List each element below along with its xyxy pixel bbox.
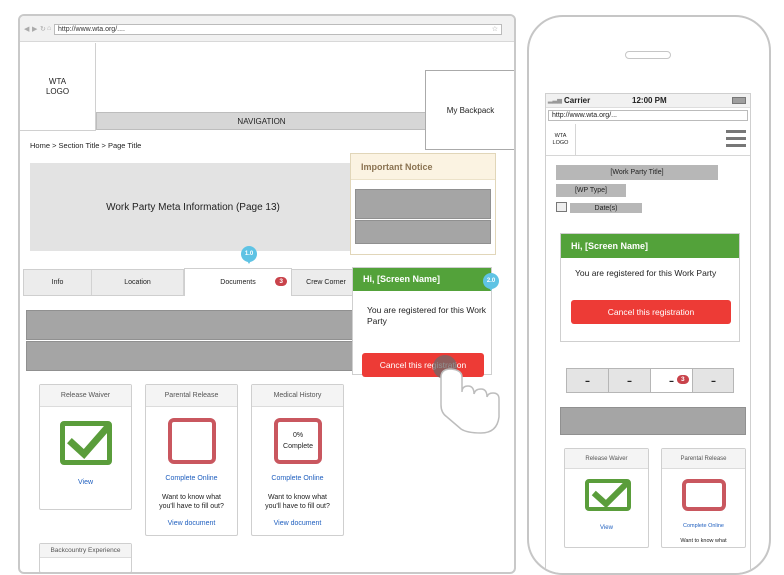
- mobile-registration-panel: Hi, [Screen Name] You are registered for…: [560, 233, 740, 342]
- annotation-pin-2: 2.0: [483, 273, 499, 291]
- mobile-tab-info[interactable]: ▬: [567, 369, 609, 392]
- work-party-dates: Date(s): [570, 203, 642, 213]
- card-title: Release Waiver: [40, 385, 131, 407]
- progress-percent: 0%: [292, 432, 304, 439]
- signal-icon: ▂▃▅: [548, 98, 562, 104]
- document-card-parental-release: Parental Release Complete Online Want to…: [145, 384, 238, 536]
- mobile-view-link[interactable]: View: [565, 525, 648, 531]
- mobile-document-card-parental-release: Parental Release Complete Online Want to…: [661, 448, 746, 548]
- fill-out-note: Want to know what you'll have to fill ou…: [159, 494, 224, 510]
- view-document-link[interactable]: View document: [252, 520, 343, 527]
- mobile-card-title: Release Waiver: [565, 449, 648, 469]
- tab-documents-label: Documents: [220, 279, 256, 286]
- mobile-header: WTA LOGO: [546, 124, 750, 156]
- incomplete-box-icon: [168, 418, 216, 464]
- card-title: Medical History: [252, 385, 343, 407]
- view-link[interactable]: View: [40, 479, 131, 486]
- home-icon[interactable]: ⌂: [47, 25, 51, 32]
- work-party-type: [WP Type]: [556, 184, 626, 197]
- mobile-tab-crew-corner[interactable]: ▬: [693, 369, 734, 392]
- mobile-incomplete-box-icon: [682, 479, 726, 511]
- document-card-backcountry: Backcountry Experience: [39, 543, 132, 572]
- forward-arrow-icon[interactable]: ▶: [32, 25, 37, 33]
- breadcrumb[interactable]: Home > Section Title > Page Title: [30, 141, 141, 150]
- mobile-documents-count-badge: 3: [677, 375, 689, 384]
- battery-icon: [732, 97, 746, 104]
- work-party-title: [Work Party Title]: [556, 165, 718, 180]
- tap-gesture-hand-icon: [427, 355, 507, 435]
- mobile-fill-out-note: Want to know what: [680, 538, 727, 544]
- mobile-greeting-header: Hi, [Screen Name]: [561, 234, 739, 258]
- reload-icon[interactable]: ↻: [40, 25, 46, 33]
- back-arrow-icon[interactable]: ◀: [24, 25, 29, 33]
- tab-crew-corner-label: Crew Corner: [306, 279, 346, 286]
- important-notice-panel: Important Notice: [350, 153, 496, 255]
- tab-crew-corner[interactable]: Crew Corner: [292, 270, 360, 295]
- notice-title: Important Notice: [351, 154, 495, 180]
- mobile-checkmark-complete-icon: [585, 479, 631, 511]
- mobile-content-placeholder: [560, 407, 746, 435]
- view-document-link[interactable]: View document: [146, 520, 237, 527]
- status-bar: ▂▃▅ Carrier 12:00 PM: [546, 94, 750, 108]
- calendar-icon: [556, 202, 567, 212]
- address-bar[interactable]: http://www.wta.org/.... ☆: [54, 24, 502, 35]
- work-party-meta-info: Work Party Meta Information (Page 13): [30, 163, 356, 251]
- greeting-header: Hi, [Screen Name]: [353, 268, 491, 291]
- carrier-label: Carrier: [564, 96, 591, 105]
- mobile-logo-line-1: WTA: [554, 133, 567, 139]
- logo-line-2: LOGO: [45, 86, 70, 96]
- hamburger-menu-icon[interactable]: [726, 130, 746, 148]
- menu-bar-2: [726, 137, 746, 140]
- mobile-address-bar[interactable]: http://www.wta.org/...: [548, 110, 748, 121]
- progress-box: 0% Complete: [274, 418, 322, 464]
- tab-bar: Info Location Documents 3 Crew Corner: [23, 268, 360, 296]
- registered-message: You are registered for this Work Party: [367, 305, 487, 326]
- star-icon[interactable]: ☆: [492, 25, 498, 35]
- browser-toolbar: ◀ ▶ ↻ ⌂ http://www.wta.org/.... ☆: [20, 16, 514, 42]
- mobile-device: ▂▃▅ Carrier 12:00 PM http://www.wta.org/…: [527, 15, 771, 575]
- mobile-complete-online-link[interactable]: Complete Online: [662, 523, 745, 529]
- mobile-tab-documents[interactable]: ▬ 3: [651, 369, 693, 392]
- my-backpack-button[interactable]: My Backpack: [425, 70, 514, 150]
- content-placeholder-1: [26, 310, 357, 340]
- address-bar-url: http://www.wta.org/....: [58, 26, 125, 33]
- tab-info-label: Info: [51, 279, 64, 286]
- mobile-card-title: Parental Release: [662, 449, 745, 469]
- complete-online-link[interactable]: Complete Online: [146, 475, 237, 482]
- progress-status: Complete: [283, 443, 313, 450]
- checkmark-complete-icon: [60, 421, 112, 465]
- phone-speaker: [625, 51, 671, 59]
- clock: 12:00 PM: [632, 96, 667, 105]
- mobile-screen: ▂▃▅ Carrier 12:00 PM http://www.wta.org/…: [545, 93, 751, 573]
- card-title: Parental Release: [146, 385, 237, 407]
- tab-info[interactable]: Info: [24, 270, 92, 295]
- menu-bar-1: [726, 130, 746, 133]
- mobile-tab-location[interactable]: ▬: [609, 369, 651, 392]
- mobile-cancel-registration-button[interactable]: Cancel this registration: [571, 300, 731, 324]
- annotation-pin-1: 1.0: [241, 246, 257, 264]
- mobile-document-card-release-waiver: Release Waiver View: [564, 448, 649, 548]
- notice-placeholder-2: [355, 220, 491, 244]
- site-logo[interactable]: WTA LOGO: [20, 43, 96, 131]
- tab-documents[interactable]: Documents 3: [184, 268, 292, 296]
- navigation-bar[interactable]: NAVIGATION: [96, 112, 427, 130]
- mobile-url: http://www.wta.org/...: [552, 112, 617, 119]
- tab-location[interactable]: Location: [92, 270, 184, 295]
- fill-out-note: Want to know what you'll have to fill ou…: [265, 494, 330, 510]
- menu-bar-3: [726, 144, 746, 147]
- mobile-logo-line-2: LOGO: [552, 140, 569, 146]
- document-card-medical-history: Medical History 0% Complete Complete Onl…: [251, 384, 344, 536]
- document-card-release-waiver: Release Waiver View: [39, 384, 132, 510]
- logo-line-1: WTA: [48, 76, 67, 86]
- mobile-tab-bar: ▬ ▬ ▬ 3 ▬: [566, 368, 734, 393]
- notice-placeholder-1: [355, 189, 491, 219]
- mobile-logo[interactable]: WTA LOGO: [546, 124, 576, 156]
- card-title: Backcountry Experience: [40, 544, 131, 558]
- complete-online-link[interactable]: Complete Online: [252, 475, 343, 482]
- mobile-registered-message: You are registered for this Work Party: [575, 268, 717, 278]
- content-placeholder-2: [26, 341, 357, 371]
- documents-count-badge: 3: [275, 277, 287, 286]
- tab-location-label: Location: [124, 279, 151, 286]
